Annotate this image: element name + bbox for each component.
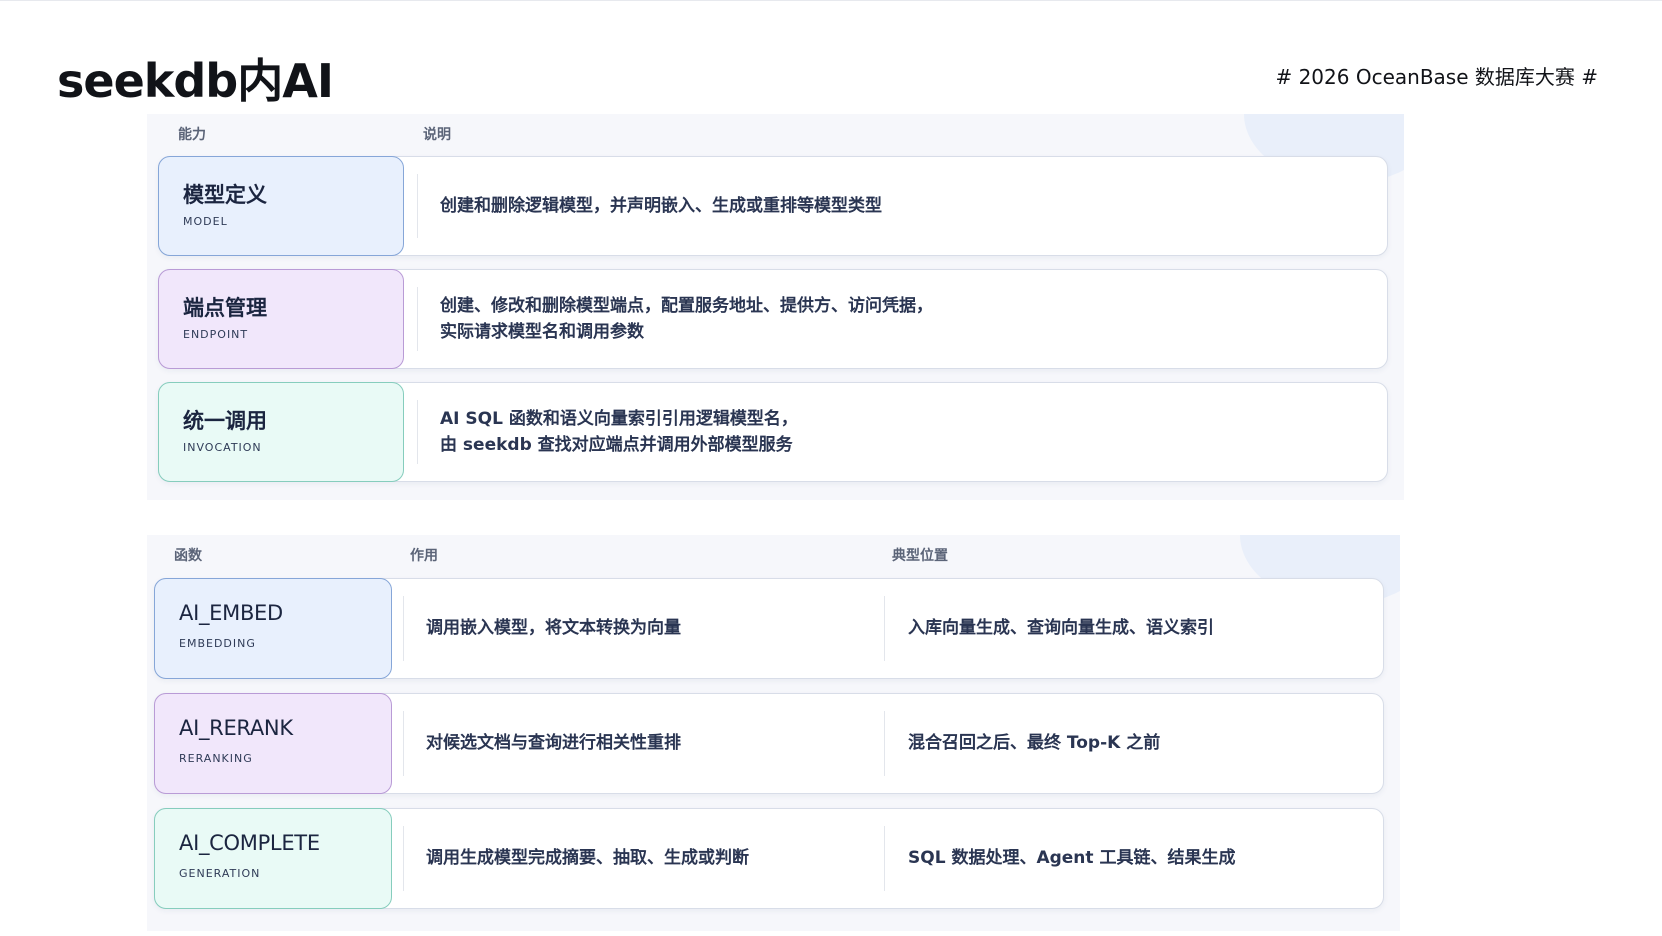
column-header-purpose: 作用: [410, 548, 438, 564]
capability-code: MODEL: [183, 215, 228, 228]
description-line-1: AI SQL 函数和语义向量索引引用逻辑模型名，: [440, 409, 798, 429]
description-line-2: 实际请求模型名和调用参数: [440, 322, 644, 342]
capabilities-table: 能力 说明 模型定义 MODEL 创建和删除逻辑模型，并声明嵌入、生成或重排等模…: [147, 114, 1404, 500]
capability-tag-endpoint: 端点管理 ENDPOINT: [158, 269, 404, 369]
row-divider: [403, 596, 404, 661]
slide-page: seekdb内AI # 2026 OceanBase 数据库大赛 # 能力 说明…: [0, 0, 1662, 936]
function-name: AI_COMPLETE: [179, 831, 320, 855]
capability-code: ENDPOINT: [183, 328, 249, 341]
function-code: GENERATION: [179, 867, 261, 880]
capability-name: 端点管理: [183, 296, 267, 320]
row-divider: [403, 711, 404, 776]
column-header-typical-position: 典型位置: [892, 548, 948, 564]
event-tag: # 2026 OceanBase 数据库大赛 #: [1275, 65, 1598, 89]
row-divider: [417, 287, 418, 351]
capability-row-model: 模型定义 MODEL 创建和删除逻辑模型，并声明嵌入、生成或重排等模型类型: [147, 156, 1404, 256]
function-row-ai-rerank: AI_RERANK RERANKING 对候选文档与查询进行相关性重排 混合召回…: [147, 693, 1400, 794]
page-title: seekdb内AI: [57, 54, 334, 108]
capability-tag-invocation: 统一调用 INVOCATION: [158, 382, 404, 482]
capability-name: 统一调用: [183, 409, 267, 433]
row-divider: [884, 711, 885, 776]
capability-name: 模型定义: [183, 183, 267, 207]
function-tag-ai-complete: AI_COMPLETE GENERATION: [154, 808, 392, 909]
functions-table: 函数 作用 典型位置 AI_EMBED EMBEDDING 调用嵌入模型，将文本…: [147, 535, 1400, 931]
function-name: AI_EMBED: [179, 601, 283, 625]
row-divider: [403, 826, 404, 891]
function-typical-position: 入库向量生成、查询向量生成、语义索引: [908, 618, 1214, 638]
description-line-2: 由 seekdb 查找对应端点并调用外部模型服务: [440, 435, 793, 455]
row-divider: [884, 826, 885, 891]
capability-description: 创建和删除逻辑模型，并声明嵌入、生成或重排等模型类型: [440, 193, 882, 219]
row-divider: [417, 400, 418, 464]
column-header-capability: 能力: [178, 127, 206, 143]
capability-description: AI SQL 函数和语义向量索引引用逻辑模型名， 由 seekdb 查找对应端点…: [440, 406, 798, 458]
function-typical-position: SQL 数据处理、Agent 工具链、结果生成: [908, 848, 1236, 868]
function-name: AI_RERANK: [179, 716, 293, 740]
row-divider: [884, 596, 885, 661]
function-typical-position: 混合召回之后、最终 Top-K 之前: [908, 733, 1161, 753]
capability-description: 创建、修改和删除模型端点，配置服务地址、提供方、访问凭据， 实际请求模型名和调用…: [440, 293, 933, 345]
capability-row-invocation: 统一调用 INVOCATION AI SQL 函数和语义向量索引引用逻辑模型名，…: [147, 382, 1404, 482]
description-line-1: 创建、修改和删除模型端点，配置服务地址、提供方、访问凭据，: [440, 296, 933, 316]
function-code: EMBEDDING: [179, 637, 256, 650]
row-divider: [417, 174, 418, 238]
function-purpose: 调用嵌入模型，将文本转换为向量: [426, 618, 681, 638]
capability-tag-model: 模型定义 MODEL: [158, 156, 404, 256]
column-header-description: 说明: [423, 127, 451, 143]
capability-row-endpoint: 端点管理 ENDPOINT 创建、修改和删除模型端点，配置服务地址、提供方、访问…: [147, 269, 1404, 369]
description-line-1: 创建和删除逻辑模型，并声明嵌入、生成或重排等模型类型: [440, 196, 882, 216]
function-purpose: 对候选文档与查询进行相关性重排: [426, 733, 681, 753]
function-code: RERANKING: [179, 752, 253, 765]
function-row-ai-complete: AI_COMPLETE GENERATION 调用生成模型完成摘要、抽取、生成或…: [147, 808, 1400, 909]
capability-code: INVOCATION: [183, 441, 262, 454]
column-header-function: 函数: [174, 548, 202, 564]
function-purpose: 调用生成模型完成摘要、抽取、生成或判断: [426, 848, 749, 868]
function-tag-ai-rerank: AI_RERANK RERANKING: [154, 693, 392, 794]
function-row-ai-embed: AI_EMBED EMBEDDING 调用嵌入模型，将文本转换为向量 入库向量生…: [147, 578, 1400, 679]
function-tag-ai-embed: AI_EMBED EMBEDDING: [154, 578, 392, 679]
